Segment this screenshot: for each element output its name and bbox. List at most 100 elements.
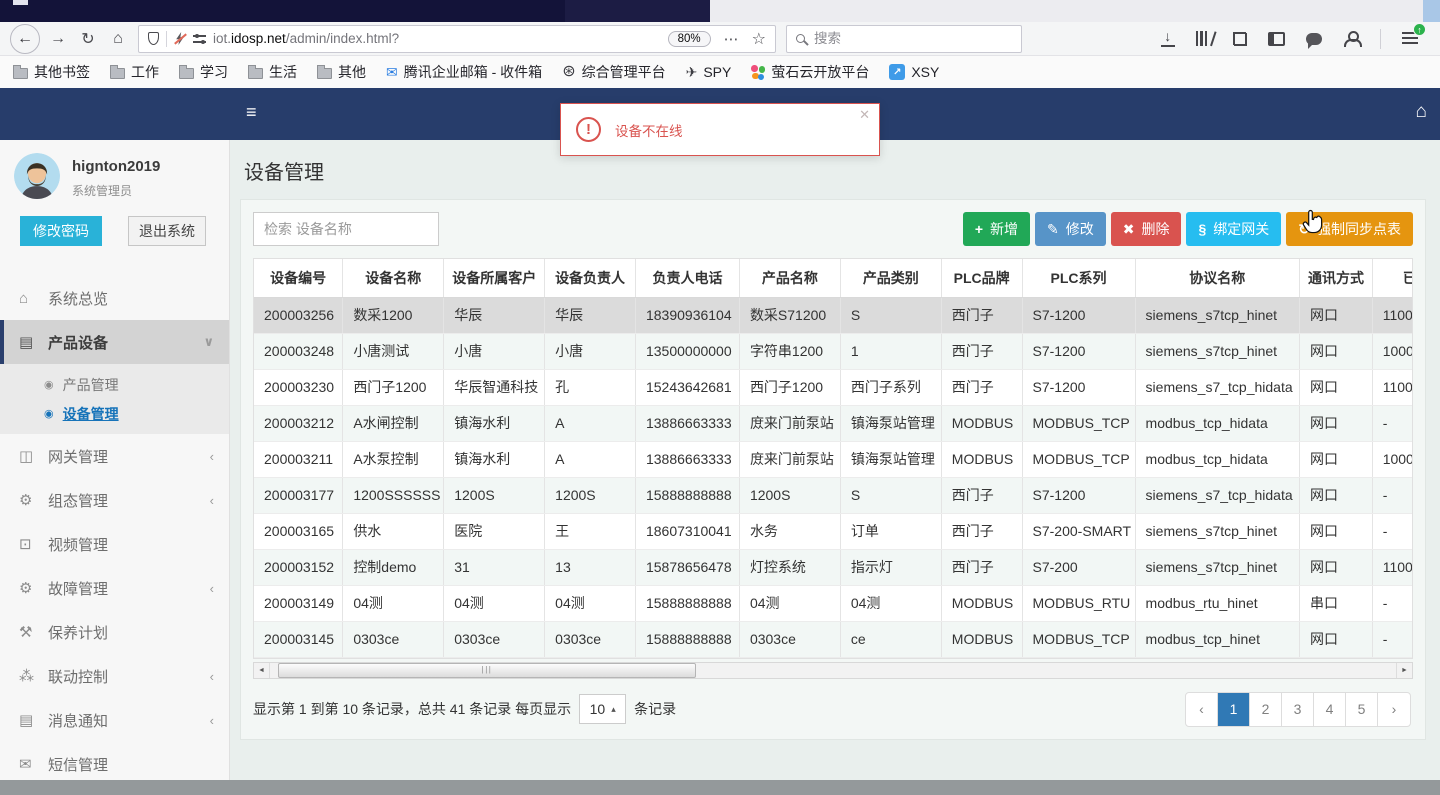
page-button-1[interactable]: 1 (1218, 692, 1250, 726)
bookmark-item[interactable]: 工作 (110, 62, 159, 82)
update-badge: ↑ (1413, 23, 1426, 36)
column-header[interactable]: 设备编号 (254, 259, 344, 298)
column-header[interactable]: PLC品牌 (941, 259, 1023, 298)
divider (1380, 28, 1381, 49)
page-prev-button[interactable]: ‹ (1186, 692, 1218, 726)
zoom-level-badge[interactable]: 80% (667, 30, 711, 47)
column-header[interactable]: 产品类别 (840, 259, 942, 298)
bookmark-item[interactable]: ✈ SPY (686, 64, 732, 80)
bookmark-item[interactable]: ✉ 腾讯企业邮箱 - 收件箱 (386, 62, 542, 82)
table-cell: S7-1200 (1022, 297, 1136, 334)
scrollbar-thumb[interactable]: ||| (278, 662, 696, 678)
forward-button[interactable]: → (44, 25, 72, 53)
horizontal-scrollbar[interactable]: ◄ ||| ► (253, 661, 1413, 679)
sidebar-item-视频管理[interactable]: ⊡ 视频管理 (0, 522, 229, 566)
back-button[interactable]: ← (10, 23, 40, 54)
sidebar-subitem-设备管理[interactable]: ◉ 设备管理 (0, 399, 229, 428)
shield-icon[interactable] (148, 32, 159, 45)
bookmark-item[interactable]: 其他 (317, 62, 366, 82)
table-row[interactable]: 200003145 0303ce 0303ce 0303ce 15888888888 03… (254, 621, 1412, 658)
bind-gateway-button[interactable]: § 绑定网关 (1186, 212, 1282, 246)
blocked-content-icon[interactable] (174, 32, 186, 45)
url-bar[interactable]: iot.idosp.net/admin/index.html? 80% ⋯ ☆ (138, 24, 776, 53)
reload-button[interactable]: ↻ (74, 25, 102, 53)
sidebar-buttons: 修改密码 退出系统 (0, 199, 229, 246)
bookmark-item[interactable]: 其他书签 (13, 62, 90, 82)
permissions-icon[interactable] (193, 33, 206, 44)
edit-button[interactable]: ✎ 修改 (1035, 212, 1106, 246)
column-header[interactable]: 设备负责人 (544, 259, 636, 298)
page-actions-icon[interactable]: ⋯ (724, 30, 739, 48)
page-button-2[interactable]: 2 (1250, 692, 1282, 726)
table-row[interactable]: 200003177 1200SSSSSS 1200S 1200S 15888888888… (254, 477, 1412, 514)
screenshot-icon[interactable] (1233, 31, 1247, 46)
table-cell: A (544, 405, 636, 442)
logout-button[interactable]: 退出系统 (128, 216, 206, 246)
column-header[interactable]: PLC系列 (1022, 259, 1136, 298)
table-row[interactable]: 200003165 供水 医院王 18607310041 水务 订单 西门子 S7-200-S… (254, 513, 1412, 550)
sidebar-item-组态管理[interactable]: ⚙ 组态管理 ‹ (0, 478, 229, 522)
column-header[interactable]: 产品名称 (739, 259, 841, 298)
bookmark-item[interactable]: 生活 (248, 62, 297, 82)
sidebar-item-保养计划[interactable]: ⚒ 保养计划 (0, 610, 229, 654)
menu-icon[interactable]: ↑ (1402, 23, 1426, 45)
table-row[interactable]: 200003149 04测 04测 04测 15888888888 04测 04测 MODBU… (254, 585, 1412, 622)
table-cell: 200003211 (254, 441, 344, 478)
table-row[interactable]: 200003152 控制demo 31 13 15878656478 灯控系统 指示灯 西门子… (254, 549, 1412, 586)
page-button-3[interactable]: 3 (1282, 692, 1314, 726)
bookmark-item[interactable]: ⊛ 综合管理平台 (562, 62, 665, 82)
column-header[interactable]: 已绑定网关 (1372, 259, 1412, 298)
page-next-button[interactable]: › (1378, 693, 1410, 726)
column-header[interactable]: 设备所属客户 (443, 259, 546, 298)
bookmark-item[interactable]: 萤石云开放平台 (751, 62, 869, 82)
library-icon[interactable] (1195, 31, 1217, 47)
navbar-home-icon[interactable]: ⌂ (1416, 102, 1427, 121)
sidebar-subitem-产品管理[interactable]: ◉ 产品管理 (0, 370, 229, 399)
sidebar-item-系统总览[interactable]: ⌂ 系统总览 (0, 276, 229, 320)
table-row[interactable]: 200003256 数采1200 华辰 华辰 18390936104 数采S71200 S 西… (254, 297, 1412, 334)
table-cell: siemens_s7_tcp_hidata (1135, 369, 1301, 406)
sidebar-item-label: 保养计划 (48, 624, 109, 642)
bookmark-item[interactable]: 学习 (179, 62, 228, 82)
close-icon[interactable]: ✕ (859, 108, 870, 121)
device-search-input[interactable] (253, 212, 439, 246)
chevron-down-icon: ∨ (203, 334, 214, 349)
home-button[interactable]: ⌂ (104, 25, 132, 53)
bookmark-star-icon[interactable]: ☆ (752, 29, 766, 49)
scroll-right-arrow[interactable]: ► (1396, 662, 1412, 678)
sidebar-item-产品设备[interactable]: ▤ 产品设备 ∨ (0, 320, 229, 364)
bookmark-item[interactable]: ↗ XSY (889, 64, 939, 80)
add-button[interactable]: + 新增 (962, 212, 1030, 246)
table-cell: modbus_tcp_hidata (1135, 441, 1301, 478)
sidebar-collapse-icon[interactable]: ≡ (246, 103, 257, 121)
delete-button[interactable]: ✖ 删除 (1110, 212, 1182, 246)
sidebar-menu: ⌂ 系统总览 ▤ 产品设备 ∨ ◉ 产品管理 ◉ 设备管理 ◫ 网关管理 ‹ ⚙ 组态管理 ‹ ⊡ 视频管理 ⚙ 故… (0, 276, 229, 786)
page-size-dropdown[interactable]: 10 ▴ (579, 694, 627, 724)
account-icon[interactable] (1343, 30, 1362, 47)
sidebar-toggle-icon[interactable] (1268, 31, 1285, 46)
column-header[interactable]: 协议名称 (1135, 259, 1301, 298)
table-row[interactable]: 200003230 西门子1200 华辰智通科技孔 15243642681 西门子120… (254, 369, 1412, 406)
browser-search-bar[interactable] (786, 24, 1022, 53)
page-button-5[interactable]: 5 (1346, 692, 1378, 726)
column-header[interactable]: 通讯方式 (1299, 259, 1373, 298)
column-header[interactable]: 负责人电话 (635, 259, 740, 298)
sidebar-item-故障管理[interactable]: ⚙ 故障管理 ‹ (0, 566, 229, 610)
downloads-icon[interactable]: ↓ (1160, 29, 1175, 47)
table-row[interactable]: 200003212 A水闸控制 镇海水利 A 13886663333 庻来门前泵站 镇海泵站… (254, 405, 1412, 442)
page-button-4[interactable]: 4 (1314, 692, 1346, 726)
table-row[interactable]: 200003248 小唐测试 小唐 小唐 13500000000 字符串1200 1 西门子 S… (254, 333, 1412, 370)
table-row[interactable]: 200003211 A水泵控制 镇海水利 A 13886663333 庻来门前泵站 镇海泵站… (254, 441, 1412, 478)
browser-tab[interactable] (565, 0, 710, 22)
scrollbar-track[interactable]: ||| (270, 662, 1396, 678)
sidebar-item-网关管理[interactable]: ◫ 网关管理 ‹ (0, 434, 229, 478)
change-password-button[interactable]: 修改密码 (20, 216, 102, 246)
sidebar-subitem-label: 产品管理 (62, 376, 119, 393)
column-header[interactable]: 设备名称 (342, 259, 445, 298)
sidebar-item-消息通知[interactable]: ▤ 消息通知 ‹ (0, 698, 229, 742)
sidebar-item-联动控制[interactable]: ⁂ 联动控制 ‹ (0, 654, 229, 698)
table-cell: siemens_s7tcp_hinet (1135, 297, 1301, 334)
scroll-left-arrow[interactable]: ◄ (254, 662, 270, 678)
browser-search-input[interactable] (812, 30, 1012, 47)
chat-bubble-icon[interactable] (1306, 32, 1322, 49)
